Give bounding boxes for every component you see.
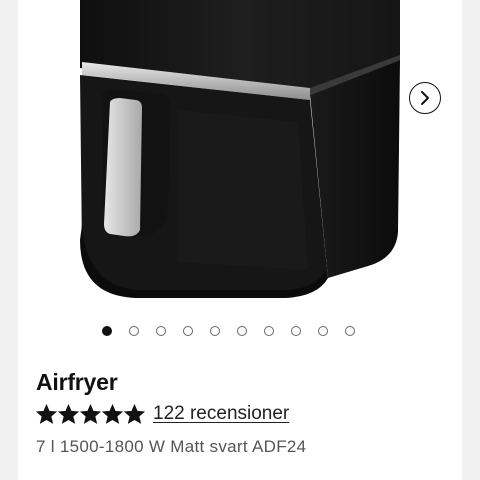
star-icon: [102, 403, 123, 424]
pagination-dot[interactable]: [291, 326, 301, 336]
rating-row: 122 recensioner: [36, 403, 289, 425]
pagination-dot[interactable]: [345, 326, 355, 336]
pagination-dot[interactable]: [210, 326, 220, 336]
product-image[interactable]: [18, 0, 462, 310]
star-icon: [58, 403, 79, 424]
airfryer-photo: [80, 0, 400, 298]
reviews-link[interactable]: 122 recensioner: [153, 403, 289, 425]
product-title: Airfryer: [36, 369, 118, 395]
star-icon: [124, 403, 145, 424]
page-margin-right: [462, 0, 480, 480]
pagination-dot[interactable]: [237, 326, 247, 336]
pagination-dot[interactable]: [102, 326, 112, 336]
image-pagination-dots: [102, 326, 355, 340]
product-page: Airfryer 122 recensioner 7 l 1500-1800 W…: [0, 0, 480, 480]
pagination-dot[interactable]: [156, 326, 166, 336]
pagination-dot[interactable]: [318, 326, 328, 336]
rating-stars: [36, 403, 145, 425]
next-image-button[interactable]: [409, 82, 441, 114]
page-margin-left: [0, 0, 18, 480]
pagination-dot[interactable]: [183, 326, 193, 336]
chevron-right-icon: [421, 91, 429, 105]
pagination-dot[interactable]: [264, 326, 274, 336]
star-icon: [36, 403, 57, 424]
star-icon: [80, 403, 101, 424]
pagination-dot[interactable]: [129, 326, 139, 336]
product-subtitle: 7 l 1500-1800 W Matt svart ADF24: [36, 437, 307, 456]
